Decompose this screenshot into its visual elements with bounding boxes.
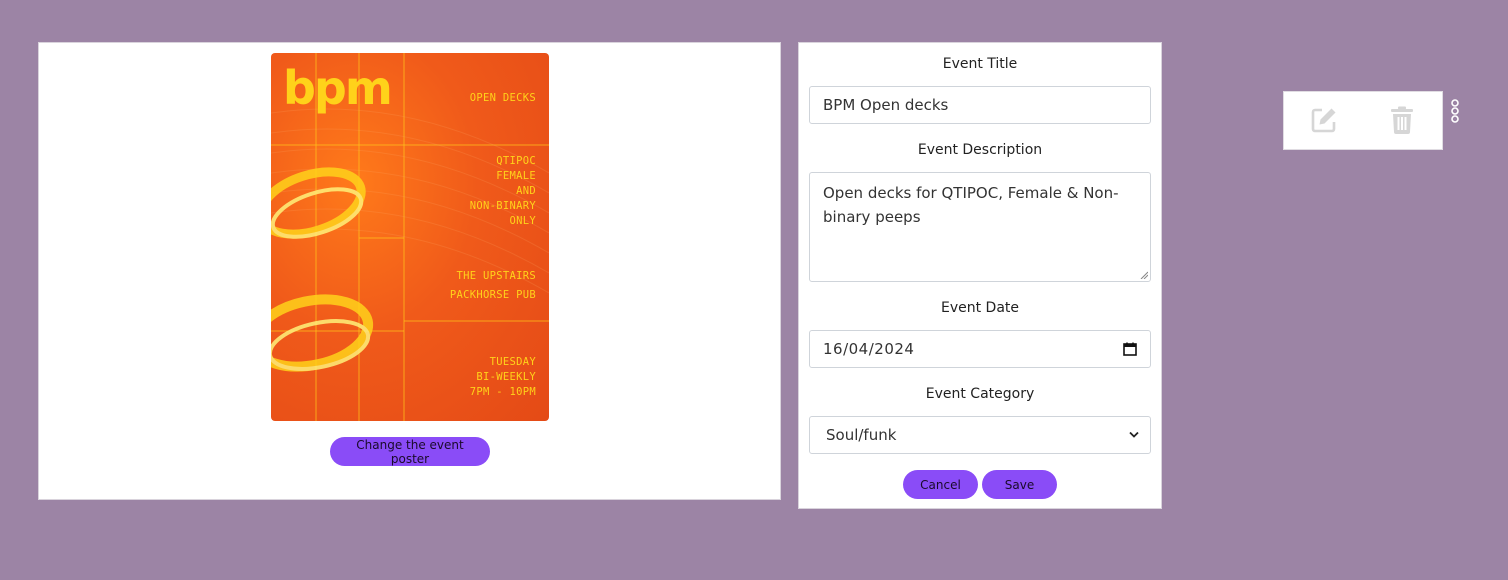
- event-category-label: Event Category: [925, 386, 1035, 402]
- event-category-select[interactable]: Soul/funk: [809, 416, 1151, 454]
- trash-icon[interactable]: [1390, 106, 1414, 134]
- event-description-text: Open decks for QTIPOC, Female & Non-bina…: [823, 184, 1119, 226]
- poster-text-schedule: TUESDAY BI-WEEKLY 7PM - 10PM: [469, 356, 536, 398]
- poster-text-venue: THE UPSTAIRS PACKHORSE PUB: [449, 270, 536, 301]
- resize-grip-icon[interactable]: [1140, 271, 1148, 279]
- edit-icon[interactable]: [1310, 106, 1338, 134]
- event-category-value: Soul/funk: [826, 426, 897, 444]
- poster-logo: bpm: [283, 61, 393, 115]
- event-edit-form: Event Title BPM Open decks Event Descrip…: [798, 42, 1162, 509]
- event-title-label: Event Title: [942, 56, 1018, 72]
- event-description-label: Event Description: [917, 142, 1043, 158]
- event-actions-box: [1283, 91, 1443, 150]
- event-date-label: Event Date: [940, 300, 1020, 316]
- cancel-button[interactable]: Cancel: [903, 470, 978, 499]
- change-poster-button[interactable]: Change the event poster: [330, 437, 490, 466]
- poster-panel: bpm OPEN DECKS QTIPOC FEMALE AND NON-BIN…: [38, 42, 781, 500]
- poster-text-event: OPEN DECKS: [469, 92, 536, 104]
- calendar-icon[interactable]: [1123, 342, 1137, 356]
- save-button[interactable]: Save: [982, 470, 1057, 499]
- event-date-input[interactable]: 16/04/2024: [809, 330, 1151, 368]
- poster-text-audience: QTIPOC FEMALE AND NON-BINARY ONLY: [469, 155, 536, 227]
- kebab-menu-icon[interactable]: [1450, 99, 1460, 123]
- event-date-value: 16/04/2024: [823, 340, 915, 358]
- event-title-input[interactable]: BPM Open decks: [809, 86, 1151, 124]
- event-description-textarea[interactable]: Open decks for QTIPOC, Female & Non-bina…: [809, 172, 1151, 282]
- event-poster-image: bpm OPEN DECKS QTIPOC FEMALE AND NON-BIN…: [271, 53, 549, 421]
- chevron-down-icon: [1129, 431, 1139, 438]
